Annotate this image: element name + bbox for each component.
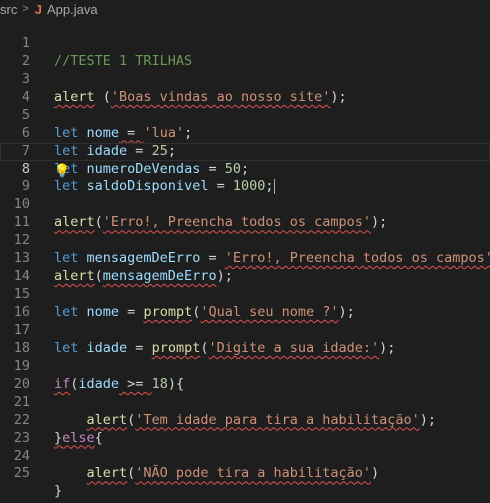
code-line[interactable]: 15 let nome = prompt('Qual seu nome ?'); xyxy=(0,268,490,320)
code-line[interactable]: 2 xyxy=(0,35,490,69)
code-line[interactable]: 9 💡 xyxy=(0,161,490,195)
code-line-current[interactable]: 8 let saldoDisponivel = 1000; xyxy=(0,142,490,194)
code-line[interactable]: 10 alert('Erro!, Preencha todos os campo… xyxy=(0,178,490,230)
code-line[interactable]: 19 if(idade >= 18){ xyxy=(0,340,490,392)
code-line[interactable]: 3 alert ('Boas vindas ao nosso site'); xyxy=(0,53,490,105)
code-line[interactable]: 23 xyxy=(0,412,490,446)
code-line[interactable]: 11 xyxy=(0,196,490,230)
code-line[interactable]: 25 } xyxy=(0,448,490,499)
code-area[interactable]: 1 //TESTE 1 TRILHAS 2 3 alert ('Boas vin… xyxy=(0,17,490,499)
code-line[interactable]: 13 alert(mensagemDeErro); xyxy=(0,232,490,284)
code-line[interactable]: 21 alert('Tem idade para tira a habilita… xyxy=(0,376,490,428)
code-line[interactable]: 4 xyxy=(0,71,490,105)
code-line[interactable]: 5 let nome = 'lua'; xyxy=(0,89,490,141)
breadcrumb: src > J App.java xyxy=(0,0,490,18)
code-editor[interactable]: src > J App.java 1 //TESTE 1 TRILHAS 2 3… xyxy=(0,0,490,503)
punctuation: } xyxy=(54,483,63,500)
punctuation: ) xyxy=(371,465,380,482)
breadcrumb-file[interactable]: App.java xyxy=(47,2,98,17)
breadcrumb-separator-icon: > xyxy=(22,3,29,15)
code-line[interactable]: 16 xyxy=(0,286,490,320)
code-line[interactable]: 18 xyxy=(0,322,490,356)
code-line[interactable]: 17 let idade = prompt('Digite a sua idad… xyxy=(0,304,490,356)
function-name: alert xyxy=(86,465,128,482)
code-line[interactable]: 12 let mensagemDeErro = 'Erro!, Preencha… xyxy=(0,214,490,266)
java-file-icon: J xyxy=(34,1,43,17)
line-number: 25 xyxy=(13,465,30,482)
string-literal: 'NÃO pode tira a habilitação' xyxy=(135,465,371,482)
code-line[interactable]: 22 }else{ xyxy=(0,394,490,446)
code-line[interactable]: 14 xyxy=(0,250,490,284)
code-line[interactable]: 24 alert('NÃO pode tira a habilitação') xyxy=(0,430,490,482)
code-line[interactable]: 20 xyxy=(0,358,490,392)
code-line[interactable]: 1 //TESTE 1 TRILHAS xyxy=(0,17,490,69)
code-line[interactable]: 7 let numeroDeVendas = 50; xyxy=(0,125,490,177)
code-line[interactable]: 6 let idade = 25; xyxy=(0,107,490,159)
breadcrumb-folder[interactable]: src xyxy=(0,2,17,17)
